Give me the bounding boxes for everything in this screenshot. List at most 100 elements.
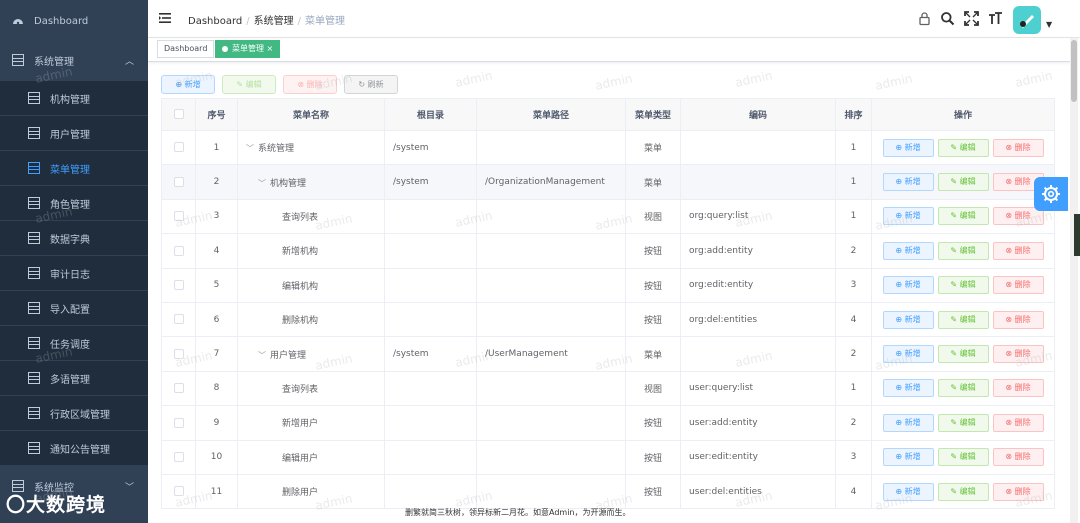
row-checkbox[interactable] [173,280,184,290]
row-add-button[interactable]: ⊕ 新增 [882,345,934,364]
font-size-icon[interactable] [988,11,1003,26]
table-row[interactable]: 8 查询列表 视图 user:query:list 1 ⊕ 新增 ✎ 编辑 ⊗ 删除 [161,370,1055,407]
sidebar-item-menus[interactable]: 菜单管理 [0,151,148,185]
row-delete-button[interactable]: ⊗ 删除 [992,482,1044,501]
sidebar-item-label: 任务调度 [50,339,90,351]
sidebar-item-jobs[interactable]: 任务调度 [0,326,148,360]
row-add-button[interactable]: ⊕ 新增 [882,448,934,467]
tag-dashboard[interactable]: Dashboard [157,40,215,58]
table-row[interactable]: 5 编辑机构 按钮 org:edit:entity 3 ⊕ 新增 ✎ 编辑 ⊗ 删除 [161,267,1055,303]
row-checkbox[interactable] [173,486,184,497]
close-icon[interactable]: × [267,44,274,53]
edit-button[interactable]: ✎ 编辑 [222,75,276,94]
row-edit-button[interactable]: ✎ 编辑 [937,482,989,501]
add-button[interactable]: ⊕ 新增 [161,75,215,94]
row-checkbox[interactable] [173,451,184,462]
cell-sort: 4 [835,473,872,510]
lock-icon[interactable] [917,11,932,26]
sidebar-item-audit[interactable]: 审计日志 [0,256,148,290]
expand-chevron-icon[interactable]: ﹀ [258,178,266,189]
sidebar-item-users[interactable]: 用户管理 [0,116,148,150]
table-row[interactable]: 9 新增用户 按钮 user:add:entity 2 ⊕ 新增 ✎ 编辑 ⊗ 删除 [161,405,1055,441]
row-edit-button[interactable]: ✎ 编辑 [937,379,989,398]
row-edit-button[interactable]: ✎ 编辑 [937,173,989,192]
sidebar-item-org[interactable]: 机构管理 [0,81,148,115]
sidebar-item-dashboard[interactable]: Dashboard [0,4,148,38]
row-edit-button[interactable]: ✎ 编辑 [937,241,989,260]
row-edit-button[interactable]: ✎ 编辑 [937,310,989,329]
expand-chevron-icon[interactable]: ﹀ [258,350,266,361]
row-add-button[interactable]: ⊕ 新增 [882,413,934,432]
cell-actions: ⊕ 新增 ✎ 编辑 ⊗ 删除 [871,267,1055,303]
side-tab[interactable] [1074,214,1080,256]
row-delete-button[interactable]: ⊗ 删除 [992,448,1044,467]
refresh-button[interactable]: ↻ 刷新 [344,75,398,94]
row-checkbox[interactable] [173,245,184,256]
row-delete-button[interactable]: ⊗ 删除 [992,379,1044,398]
row-delete-button[interactable]: ⊗ 删除 [992,345,1044,364]
table-row[interactable]: 6 删除机构 按钮 org:del:entities 4 ⊕ 新增 ✎ 编辑 ⊗ 删除 [161,301,1055,338]
row-checkbox[interactable] [173,211,184,222]
edit-icon: ✎ [950,383,958,393]
sidebar-item-roles[interactable]: 角色管理 [0,186,148,220]
menu-grid-icon [28,197,40,209]
settings-button[interactable] [1034,177,1068,211]
cell-no: 6 [195,301,238,338]
avatar[interactable] [1013,6,1041,34]
row-edit-button[interactable]: ✎ 编辑 [937,345,989,364]
row-add-button[interactable]: ⊕ 新增 [882,276,934,295]
tag-menu-management[interactable]: 菜单管理 × [215,40,281,58]
row-delete-button[interactable]: ⊗ 删除 [992,310,1044,329]
sidebar-item-import[interactable]: 导入配置 [0,291,148,325]
expand-chevron-icon[interactable]: ﹀ [246,143,254,154]
row-delete-button[interactable]: ⊗ 删除 [992,138,1044,157]
sidebar-item-regions[interactable]: 行政区域管理 [0,396,148,430]
table-row[interactable]: 7 ﹀ 用户管理/system/UserManagement 菜单 2 ⊕ 新增 ✎ 编辑 ⊗… [161,336,1055,372]
row-checkbox[interactable] [173,348,184,359]
row-checkbox[interactable] [173,383,184,394]
sidebar-item-dict[interactable]: 数据字典 [0,221,148,255]
fullscreen-icon[interactable] [964,11,979,26]
hamburger-icon[interactable] [158,11,172,25]
search-icon[interactable] [940,11,955,26]
row-delete-label: 删除 [1014,177,1031,187]
row-add-button[interactable]: ⊕ 新增 [882,173,934,192]
row-add-button[interactable]: ⊕ 新增 [882,310,934,329]
table-row[interactable]: 3 查询列表 视图 org:query:list 1 ⊕ 新增 ✎ 编辑 ⊗ 删除 [161,198,1055,235]
table-row[interactable]: 10 编辑用户 按钮 user:edit:entity 3 ⊕ 新增 ✎ 编辑 ⊗ 删除 [161,439,1055,475]
table-row[interactable]: 4 新增机构 按钮 org:add:entity 2 ⊕ 新增 ✎ 编辑 ⊗ 删除 [161,233,1055,269]
row-checkbox[interactable] [173,314,184,325]
row-add-button[interactable]: ⊕ 新增 [882,207,934,226]
plus-circle-icon: ⊕ [895,417,903,427]
row-edit-button[interactable]: ✎ 编辑 [937,207,989,226]
row-checkbox[interactable] [173,417,184,428]
cell-path [476,129,626,166]
cell-sort: 2 [835,336,872,372]
row-add-button[interactable]: ⊕ 新增 [882,379,934,398]
sidebar-item-notices[interactable]: 通知公告管理 [0,431,148,465]
table-row[interactable]: 1 ﹀ 系统管理/system 菜单 1 ⊕ 新增 ✎ 编辑 ⊗ 删除 [161,129,1055,166]
sidebar-item-i18n[interactable]: 多语管理 [0,361,148,395]
row-delete-button[interactable]: ⊗ 删除 [992,413,1044,432]
row-delete-button[interactable]: ⊗ 删除 [992,241,1044,260]
delete-button[interactable]: ⊗ 删除 [283,75,337,94]
row-edit-button[interactable]: ✎ 编辑 [937,448,989,467]
row-add-button[interactable]: ⊕ 新增 [882,482,934,501]
row-add-button[interactable]: ⊕ 新增 [882,241,934,260]
breadcrumb-item[interactable]: Dashboard [188,16,242,27]
row-checkbox[interactable] [173,142,184,153]
cell-sort: 4 [835,301,872,338]
sidebar-group-system[interactable]: 系统管理 ︿ [0,43,148,77]
table-row[interactable]: 11 删除用户 按钮 user:del:entities 4 ⊕ 新增 ✎ 编辑 ⊗ 删除 [161,473,1055,510]
scrollbar-thumb[interactable] [1071,40,1077,102]
scrollbar-track[interactable] [1070,38,1078,523]
row-edit-button[interactable]: ✎ 编辑 [937,413,989,432]
row-edit-button[interactable]: ✎ 编辑 [937,138,989,157]
row-delete-button[interactable]: ⊗ 删除 [992,276,1044,295]
table-row[interactable]: 2 ﹀ 机构管理/system/OrganizationManagement 菜单 1 ⊕… [161,164,1055,200]
row-edit-button[interactable]: ✎ 编辑 [937,276,989,295]
caret-down-icon[interactable]: ▼ [1046,20,1052,29]
row-add-button[interactable]: ⊕ 新增 [882,138,934,157]
select-all-checkbox[interactable] [173,109,184,120]
row-checkbox[interactable] [173,176,184,187]
